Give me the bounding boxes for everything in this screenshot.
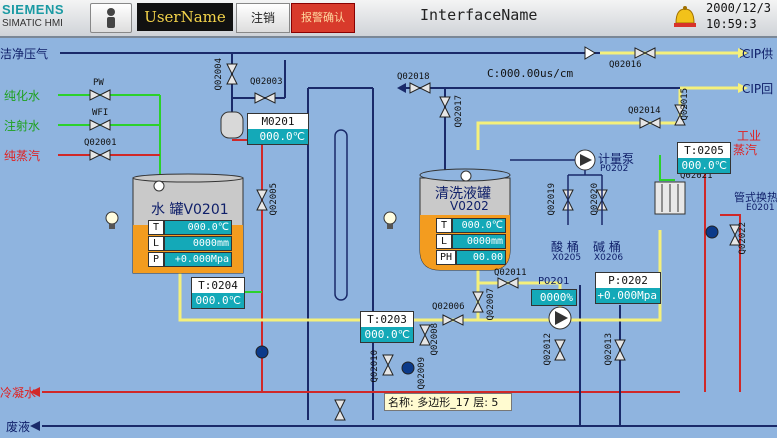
t0205-box[interactable]: T:0205 000.0℃ (677, 142, 731, 174)
p0201-value: 0000% (532, 290, 576, 305)
object-tooltip: 名称: 多边形_17 层: 5 (384, 393, 512, 411)
t0203-box[interactable]: T:0203 000.0℃ (360, 311, 414, 343)
valve-tag-q02018: Q02018 (397, 72, 430, 82)
heat-exchanger-body (654, 181, 686, 215)
sample-column (334, 129, 348, 301)
valve-tag-q02001: Q02001 (84, 138, 117, 148)
condensate-label: 冷凝水 (0, 386, 37, 400)
industrial-steam-label-2: 蒸汽 (733, 143, 758, 157)
valve-tag-q02009: Q02009 (417, 357, 427, 390)
valve-tag-q02016: Q02016 (609, 60, 642, 70)
m0201-value: 000.0℃ (248, 129, 308, 144)
lamp-icon-2 (383, 211, 397, 229)
t0204-title: T:0204 (198, 279, 238, 292)
cip-supply-label: CIP供 (742, 47, 774, 61)
clean-air-label: 洁净压气 (0, 47, 49, 61)
valve-tag-q02022: Q02022 (738, 222, 748, 255)
valve-tag-q02010: Q02010 (370, 350, 380, 383)
cip-return-pipe (476, 86, 738, 150)
t0203-title: T:0203 (367, 313, 407, 326)
pure-steam-label: 纯蒸汽 (4, 149, 41, 163)
valve-tag-pw: PW (93, 78, 104, 88)
p0201-box[interactable]: 0000% (531, 289, 577, 306)
water-tank-level-row: L 0000mm (148, 236, 232, 251)
p0202-box[interactable]: P:0202 +0.000Mpa (595, 272, 661, 304)
t0205-value: 000.0℃ (678, 158, 730, 173)
wash-tank-temp-row: T 000.0℃ (436, 218, 506, 233)
conductivity-readout: C:000.00us/cm (487, 67, 574, 80)
tooltip-name: 名称: 多边形_17 (388, 396, 470, 409)
metering-pump-id: P0202 (600, 164, 629, 174)
m0201-box[interactable]: M0201 000.0℃ (247, 113, 309, 145)
pure-water-pipe (58, 94, 161, 175)
t0204-value: 000.0℃ (192, 293, 244, 308)
pure-water-label: 纯化水 (4, 89, 41, 103)
m0201-title: M0201 (261, 115, 295, 128)
valve-tag-q02013: Q02013 (604, 333, 614, 366)
p0201-title: P0201 (538, 276, 570, 287)
valve-tag-q02011: Q02011 (494, 268, 527, 278)
water-tank-pressure-row: P +0.000Mpa (148, 252, 232, 267)
injection-water-label: 注射水 (4, 119, 41, 133)
valve-tag-q02006: Q02006 (432, 302, 465, 312)
water-tank-temp-row: T 000.0℃ (148, 220, 232, 235)
valve-tag-q02015: Q02015 (680, 88, 690, 121)
flow-valve-1 (255, 345, 269, 359)
wash-tank-level-row: L 0000mm (436, 234, 506, 249)
valve-tag-q02017: Q02017 (454, 95, 464, 128)
p0202-value: +0.000Mpa (596, 288, 660, 303)
valve-tag-q02012: Q02012 (543, 333, 553, 366)
valve-tag-q02019: Q02019 (547, 183, 557, 216)
valve-tag-q02007: Q02007 (486, 288, 496, 321)
valve-tag-q02003: Q02003 (250, 77, 283, 87)
heat-exchanger-id: E0201 (746, 203, 775, 213)
flow-valve-2 (401, 361, 415, 375)
t0205-title: T:0205 (684, 144, 724, 157)
alkali-tank-id: X0206 (594, 253, 624, 263)
acid-tank-id: X0205 (552, 253, 582, 263)
m0201-motor (220, 111, 244, 139)
lamp-icon-1 (105, 211, 119, 229)
cip-return-label: CIP回 (742, 82, 774, 96)
valve-tag-q02005: Q02005 (269, 183, 279, 216)
valve-tag-q02014: Q02014 (628, 106, 661, 116)
valve-tag-q02020: Q02020 (590, 183, 600, 216)
wash-tank-ph-row: PH 00.00 (436, 250, 506, 265)
wash-tank-id: V0202 (450, 199, 489, 213)
p0202-title: P:0202 (608, 274, 648, 287)
t0203-value: 000.0℃ (361, 327, 413, 342)
flow-valve-3 (705, 225, 719, 239)
valve-tag-q02004: Q02004 (214, 58, 224, 91)
process-diagram (30, 46, 777, 431)
valve-tag-wfi: WFI (92, 108, 109, 118)
water-tank-title: 水 罐V0201 (151, 202, 229, 218)
tooltip-layer: 层: 5 (473, 396, 499, 409)
t0204-box[interactable]: T:0204 000.0℃ (191, 277, 245, 309)
valve-tag-q02008: Q02008 (430, 323, 440, 356)
waste-label: 废液 (6, 420, 31, 434)
